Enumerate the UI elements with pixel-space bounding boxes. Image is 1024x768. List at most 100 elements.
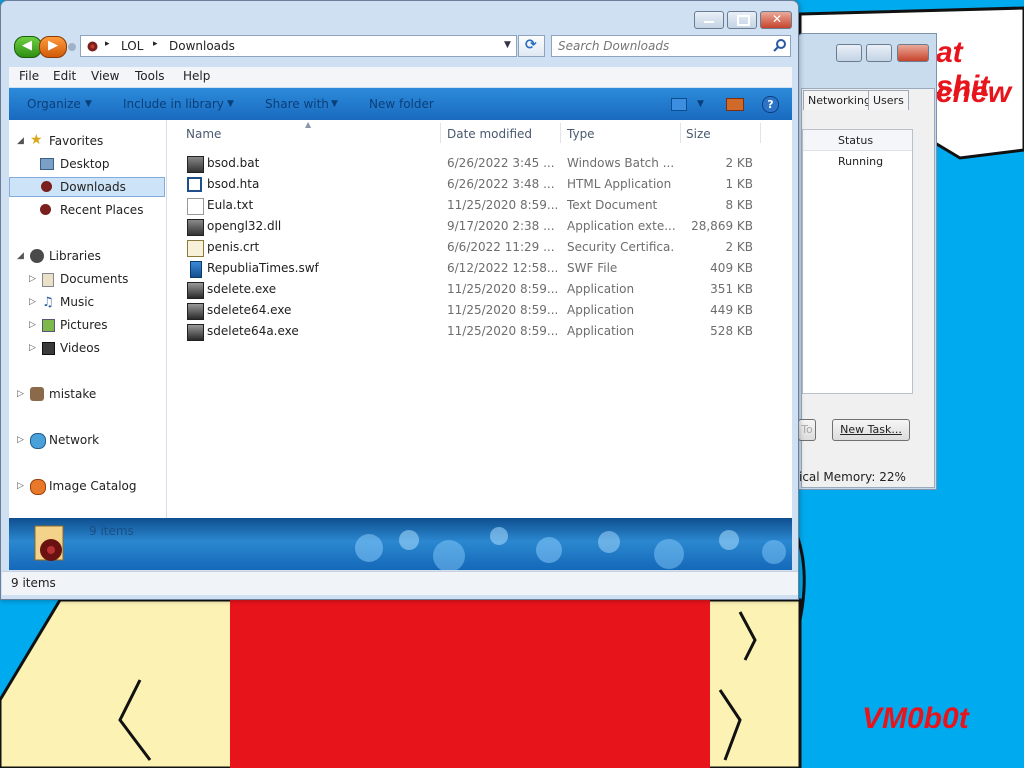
command-bar: Organize ▼ Include in library ▼ Share wi… [9,88,792,120]
nav-mistake[interactable]: ▷ mistake [9,384,165,404]
tab-users[interactable]: Users [868,90,909,110]
address-bar[interactable]: ▸ LOL ▸ Downloads ▼ [80,35,517,57]
chevron-down-icon[interactable]: ▼ [504,40,511,50]
nav-favorites[interactable]: ◢ ★ Favorites [9,131,165,151]
file-row[interactable]: bsod.bat 6/26/2022 3:45 ... Windows Batch … [167,153,792,174]
change-view-icon[interactable] [671,98,687,111]
task-list[interactable]: Status Running [802,129,913,394]
file-date: 11/25/2020 8:59... [447,324,557,338]
file-row[interactable]: RepubliaTimes.swf 6/12/2022 12:58... SWF F… [167,258,792,279]
file-type: Application [567,282,635,296]
recent-pages-button[interactable] [68,43,76,51]
forward-button[interactable]: ▶ [39,36,67,58]
signature-text: VM0b0t [862,702,969,735]
menu-file[interactable]: File [19,69,39,83]
network-icon [30,433,46,449]
pictures-icon [42,319,55,332]
new-folder-button[interactable]: New folder [369,97,434,111]
refresh-button[interactable]: ⟳ [518,35,545,57]
back-button[interactable]: ◀ [14,36,42,58]
file-row[interactable]: sdelete64.exe 11/25/2020 8:59... Applicati… [167,300,792,321]
nav-music[interactable]: ▷ ♫ Music [9,292,165,312]
column-header-date[interactable]: Date modified [447,127,532,141]
file-date: 6/6/2022 11:29 ... [447,240,555,254]
status-column-header[interactable]: Status [838,134,873,147]
certificate-file-icon [187,240,204,257]
maximize-button[interactable] [727,11,757,29]
column-header-name[interactable]: Name [186,127,221,141]
file-type: Application [567,303,635,317]
recent-places-icon [40,204,51,215]
file-row[interactable]: opengl32.dll 9/17/2020 2:38 ... Applicatio… [167,216,792,237]
file-size: 409 KB [710,261,753,275]
menu-edit[interactable]: Edit [53,69,76,83]
file-row[interactable]: sdelete64a.exe 11/25/2020 8:59... Applicat… [167,321,792,342]
exe-file-icon [187,303,204,320]
nav-recent-places[interactable]: Recent Places [9,200,165,220]
explorer-window[interactable]: ✕ ◀ ▶ ▸ LOL ▸ Downloads ▼ ⟳ File Edit Vi… [0,0,799,600]
nav-libraries[interactable]: ◢ Libraries [9,246,165,266]
mistake-icon [30,387,44,401]
chevron-down-icon[interactable]: ▼ [697,99,704,109]
file-row[interactable]: sdelete.exe 11/25/2020 8:59... Application… [167,279,792,300]
menu-help[interactable]: Help [183,69,210,83]
breadcrumb-lol[interactable]: LOL [121,39,143,53]
share-with-button[interactable]: Share with [265,97,329,111]
refresh-icon: ⟳ [525,37,537,53]
help-icon[interactable]: ? [762,96,779,113]
file-list[interactable]: ▲ Name Date modified Type Size bsod.bat 6… [167,120,792,518]
maximize-button[interactable] [866,44,892,62]
minimize-button[interactable] [836,44,862,62]
nav-pictures[interactable]: ▷ Pictures [9,315,165,335]
file-date: 6/26/2022 3:45 ... [447,156,555,170]
minimize-button[interactable] [694,11,724,29]
column-header-size[interactable]: Size [686,127,711,141]
file-date: 11/25/2020 8:59... [447,303,557,317]
organize-button[interactable]: Organize [27,97,81,111]
file-type: Application [567,324,635,338]
nav-image-catalog[interactable]: ▷ Image Catalog [9,476,165,496]
new-task-button[interactable]: New Task... [832,419,910,441]
status-bar: 9 items [2,571,798,595]
menu-tools[interactable]: Tools [135,69,165,83]
nav-network[interactable]: ▷ Network [9,430,165,450]
file-row[interactable]: bsod.hta 6/26/2022 3:48 ... HTML Applicati… [167,174,792,195]
desktop-icon [40,158,54,170]
column-header-type[interactable]: Type [567,127,595,141]
file-type: Security Certifica... [567,240,675,254]
search-icon[interactable] [773,39,787,53]
status-item-count: 9 items [11,576,56,590]
bubble-text-line2: chew [936,76,1012,109]
preview-pane-icon[interactable] [726,98,744,111]
file-size: 1 KB [725,177,753,191]
folder-virus-icon [87,41,98,52]
switch-to-button[interactable]: To [798,419,816,441]
file-row[interactable]: penis.crt 6/6/2022 11:29 ... Security Cert… [167,237,792,258]
task-manager-window[interactable]: Networking Users Status Running To New T… [797,33,937,490]
nav-videos[interactable]: ▷ Videos [9,338,165,358]
file-type: Windows Batch ... [567,156,675,170]
file-type: HTML Application [567,177,672,191]
file-type: Application exte... [567,219,675,233]
menu-view[interactable]: View [91,69,119,83]
task-status-value: Running [838,155,884,168]
tab-networking[interactable]: Networking [803,90,876,110]
nav-downloads[interactable]: Downloads [9,177,165,197]
nav-desktop[interactable]: Desktop [9,154,165,174]
file-type: Text Document [567,198,658,212]
nav-documents[interactable]: ▷ Documents [9,269,165,289]
search-input[interactable] [556,38,765,54]
file-date: 11/25/2020 8:59... [447,198,557,212]
close-button[interactable]: ✕ [760,11,792,29]
chevron-down-icon: ▼ [331,99,338,109]
search-field[interactable] [551,35,791,57]
include-in-library-button[interactable]: Include in library [123,97,224,111]
details-item-count: 9 items [89,524,134,538]
file-row[interactable]: Eula.txt 11/25/2020 8:59... Text Document 8… [167,195,792,216]
file-name: sdelete.exe [207,282,277,296]
breadcrumb-downloads[interactable]: Downloads [169,39,235,53]
file-size: 351 KB [710,282,753,296]
chevron-down-icon: ▼ [227,99,234,109]
close-button[interactable] [897,44,929,62]
menu-bar: File Edit View Tools Help [9,67,792,87]
